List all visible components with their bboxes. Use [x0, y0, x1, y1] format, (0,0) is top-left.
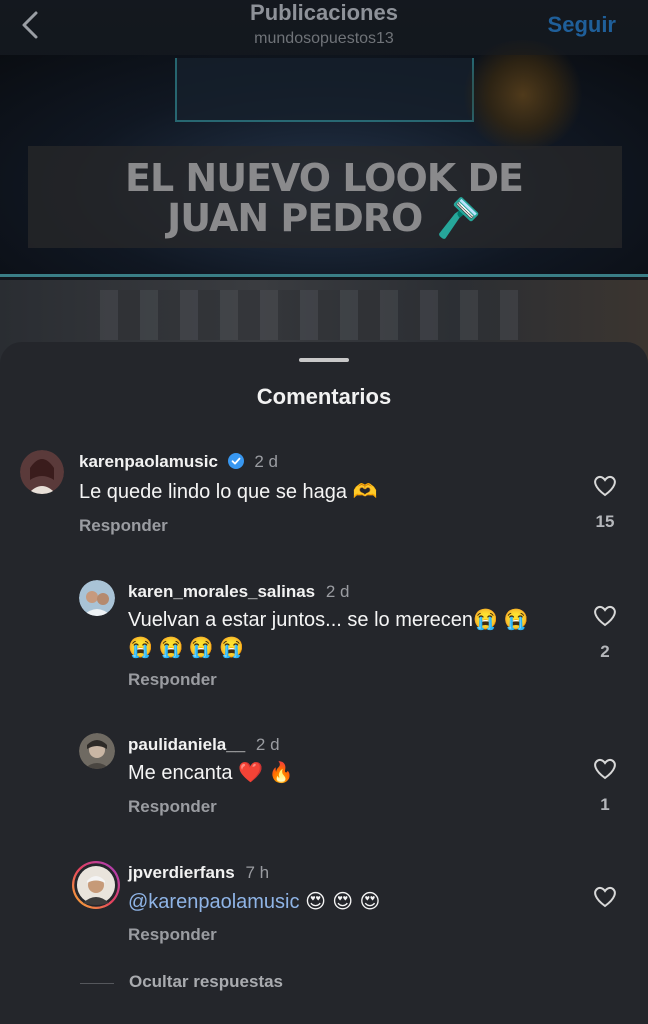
comment-time: 2 d — [325, 582, 350, 601]
heart-icon[interactable] — [592, 885, 618, 909]
heart-icon[interactable] — [592, 757, 618, 781]
comment-text-line2: 😭 😭 😭 😭 — [128, 637, 245, 659]
like-count: 1 — [600, 795, 610, 814]
comment-time: 2 d — [255, 735, 280, 754]
comment-header: karen_morales_salinas 2 d — [128, 582, 350, 602]
reply-button[interactable]: Responder — [128, 925, 217, 945]
story-avatar[interactable] — [72, 861, 120, 909]
mention-link[interactable]: @karenpaolamusic — [128, 891, 300, 913]
username[interactable]: karen_morales_salinas — [128, 582, 315, 601]
hide-replies-button[interactable]: Ocultar respuestas — [129, 972, 283, 992]
follow-button[interactable]: Seguir — [548, 12, 616, 38]
comment-text: Vuelvan a estar juntos... se lo merecen😭… — [128, 606, 528, 662]
comment-time: 7 h — [245, 863, 270, 882]
comment-text: @karenpaolamusic 😍 😍 😍 — [128, 887, 380, 916]
heart-icon[interactable] — [592, 474, 618, 498]
comments-sheet: Comentarios karenpaola​music 2 d Le qued… — [0, 342, 648, 1024]
post-divider — [0, 274, 648, 277]
post-glow-decoration — [458, 40, 588, 150]
comment-text: Le quede lindo lo que se haga 🫶 — [79, 481, 378, 503]
avatar[interactable] — [79, 733, 115, 769]
username[interactable]: karenpaola​music — [79, 452, 218, 471]
hide-replies-divider — [80, 983, 114, 984]
comment-text: Me encanta ❤️ 🔥 — [128, 762, 294, 784]
username[interactable]: paulidaniela__ — [128, 735, 245, 754]
reply-button[interactable]: Responder — [128, 797, 217, 817]
top-bar: Publicaciones mundosopuestos13 Seguir — [0, 0, 648, 55]
avatar[interactable] — [20, 450, 64, 494]
like-count: 2 — [600, 642, 610, 661]
drag-handle[interactable] — [299, 358, 349, 362]
like-count: 15 — [595, 512, 615, 531]
comment-time: 2 d — [254, 452, 279, 471]
heart-icon[interactable] — [592, 604, 618, 628]
post-image-frame — [175, 58, 474, 122]
post-headline-line2: JUAN PEDRO 🪒 — [167, 196, 482, 240]
post-background: EL NUEVO LOOK DE JUAN PEDRO 🪒 — [0, 0, 648, 380]
post-headline: EL NUEVO LOOK DE JUAN PEDRO 🪒 — [0, 158, 648, 238]
comment-header: jpverdierfans 7 h — [128, 863, 269, 883]
avatar[interactable] — [79, 580, 115, 616]
reply-button[interactable]: Responder — [79, 516, 168, 536]
comment-header: paulidaniela__ 2 d — [128, 735, 280, 755]
comment-header: karenpaola​music 2 d — [79, 452, 278, 472]
post-headline-line1: EL NUEVO LOOK DE — [125, 156, 524, 200]
comment-text-line1: Vuelvan a estar juntos... se lo merecen😭… — [128, 609, 529, 631]
verified-badge-icon — [227, 453, 244, 469]
comment-emojis: 😍 😍 😍 — [305, 889, 381, 913]
comments-title: Comentarios — [256, 384, 392, 409]
username[interactable]: jpverdierfans — [128, 863, 235, 882]
reply-button[interactable]: Responder — [128, 670, 217, 690]
